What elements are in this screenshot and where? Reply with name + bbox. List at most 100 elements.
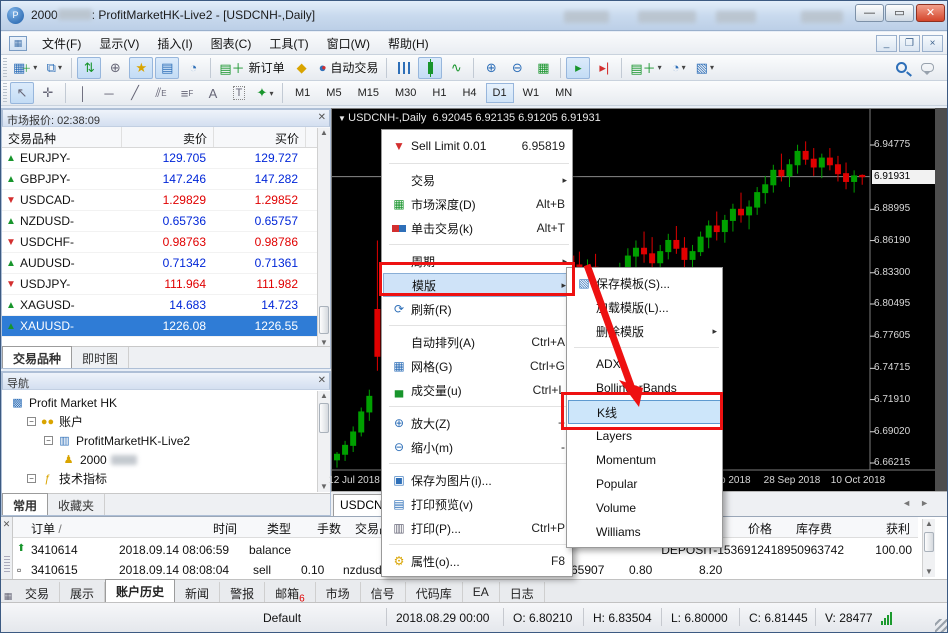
market-watch-row[interactable]: ▲GBPJPY-147.246147.282: [2, 169, 330, 190]
bottom-tab-信号[interactable]: 信号: [361, 582, 406, 602]
tab-common[interactable]: 常用: [2, 493, 48, 515]
menu-item-trade[interactable]: 交易▸: [383, 168, 571, 192]
market-watch-row[interactable]: ▼USDJPY-111.964111.982: [2, 274, 330, 295]
title-bar[interactable]: P 2000: ProfitMarketHK-Live2 - [USDCNH-,…: [1, 1, 948, 31]
channel-button[interactable]: ⫽E: [149, 82, 173, 104]
market-watch-button[interactable]: ★: [129, 57, 153, 79]
menu-item-market-depth[interactable]: ▦市场深度(D)Alt+B: [383, 192, 571, 216]
trendline-button[interactable]: ╱: [123, 82, 147, 104]
resize-grip[interactable]: [935, 619, 948, 632]
tick-chart-button[interactable]: ⇅: [77, 57, 101, 79]
menu-item-save-as-picture[interactable]: ▣保存为图片(i)...: [383, 468, 571, 492]
zoom-in-button[interactable]: ⊕: [479, 57, 503, 79]
scrollbar-thumb[interactable]: [319, 403, 329, 433]
scrollbar-thumb[interactable]: [319, 306, 329, 334]
col-time[interactable]: 时间: [213, 520, 237, 537]
mdi-minimize-button[interactable]: _: [876, 35, 897, 52]
tab-favorites[interactable]: 收藏夹: [48, 494, 105, 515]
col-symbol[interactable]: 交易品种: [2, 127, 122, 147]
vertical-line-button[interactable]: │: [71, 82, 95, 104]
maximize-button[interactable]: ▭: [885, 4, 914, 22]
horizontal-line-button[interactable]: ─: [97, 82, 121, 104]
market-watch-row[interactable]: ▲XAUUSD-1226.081226.55: [2, 316, 330, 337]
profiles-button[interactable]: ⧉▾: [42, 57, 66, 79]
menu-item-zoom-in[interactable]: ⊕放大(Z)+: [383, 411, 571, 435]
bottom-tab-代码库[interactable]: 代码库: [406, 582, 463, 602]
close-icon[interactable]: ✕: [318, 375, 326, 387]
bottom-tab-交易[interactable]: 交易: [15, 582, 60, 602]
menu-item-tpl-volume[interactable]: Volume: [568, 496, 721, 520]
strategy-tester-button[interactable]: ◔: [181, 57, 205, 79]
menu-item-volumes[interactable]: ▄成交量(u)Ctrl+L: [383, 378, 571, 402]
menu-item-print-preview[interactable]: ▤打印预览(v): [383, 492, 571, 516]
status-profile[interactable]: Default: [263, 611, 301, 625]
arrows-button[interactable]: ✦▾: [253, 82, 277, 104]
close-icon[interactable]: ✕: [1, 519, 12, 530]
close-button[interactable]: ✕: [916, 4, 945, 22]
market-watch-row[interactable]: ▼USDCAD-1.298291.29852: [2, 190, 330, 211]
bottom-tab-账户历史[interactable]: 账户历史: [105, 579, 175, 602]
menu-item-zoom-out[interactable]: ⊖缩小(m)-: [383, 435, 571, 459]
market-watch-row[interactable]: ▲NZDUSD-0.657360.65757: [2, 211, 330, 232]
navigator-item[interactable]: −ƒ技术指标: [6, 469, 330, 488]
bottom-tab-新闻[interactable]: 新闻: [175, 582, 220, 602]
text-button[interactable]: A: [201, 82, 225, 104]
tree-expander-icon[interactable]: −: [27, 417, 36, 426]
menu-item-save-template[interactable]: ▧保存模板(S)...: [568, 271, 721, 295]
navigator-item[interactable]: −●●账户: [6, 412, 330, 431]
chat-icon[interactable]: [915, 57, 939, 79]
menubar-item-3[interactable]: 图表(C): [202, 32, 261, 55]
bar-chart-button[interactable]: [392, 57, 416, 79]
templates-button[interactable]: ▧▾: [693, 57, 717, 79]
chart-collapse-icon[interactable]: ▼: [338, 114, 348, 123]
period-button-m30[interactable]: M30: [388, 83, 423, 103]
menu-item-tpl-popular[interactable]: Popular: [568, 472, 721, 496]
menu-item-templates[interactable]: 模版▸: [383, 273, 571, 297]
col-price[interactable]: 价格: [748, 520, 772, 537]
bottom-tab-市场[interactable]: 市场: [316, 582, 361, 602]
menubar-item-4[interactable]: 工具(T): [260, 32, 317, 55]
col-bid[interactable]: 卖价: [122, 127, 214, 147]
col-ask[interactable]: 买价: [214, 127, 306, 147]
menubar-item-6[interactable]: 帮助(H): [379, 32, 438, 55]
new-order-button[interactable]: ▤＋新订单: [216, 57, 287, 79]
menu-item-tpl-kline[interactable]: K线: [568, 400, 721, 424]
market-watch-row[interactable]: ▼USDCHF-0.987630.98786: [2, 232, 330, 253]
market-watch-row[interactable]: ▲EURJPY-129.705129.727: [2, 148, 330, 169]
mdi-restore-button[interactable]: ❐: [899, 35, 920, 52]
col-profit[interactable]: 获利: [886, 520, 910, 537]
menu-item-tpl-williams[interactable]: Williams: [568, 520, 721, 544]
period-button-h1[interactable]: H1: [425, 83, 453, 103]
candlestick-chart-button[interactable]: [418, 57, 442, 79]
menu-item-tpl-layers[interactable]: Layers: [568, 424, 721, 448]
period-button-h4[interactable]: H4: [455, 83, 483, 103]
close-icon[interactable]: ✕: [318, 112, 326, 124]
menubar-item-5[interactable]: 窗口(W): [318, 32, 379, 55]
menu-item-grid[interactable]: ▦网格(G)Ctrl+G: [383, 354, 571, 378]
market-watch-row[interactable]: ▲XAGUSD-14.68314.723: [2, 295, 330, 316]
tree-expander-icon[interactable]: −: [27, 474, 36, 483]
tree-expander-icon[interactable]: −: [44, 436, 53, 445]
col-order[interactable]: 订单 /: [31, 520, 62, 537]
period-button-d1[interactable]: D1: [486, 83, 514, 103]
line-chart-button[interactable]: ∿: [444, 57, 468, 79]
menu-item-timeframes[interactable]: 周期▸: [383, 249, 571, 273]
search-icon[interactable]: [889, 57, 913, 79]
crosshair-target-icon[interactable]: ⊕: [103, 57, 127, 79]
market-watch-row[interactable]: ▲AUDUSD-0.713420.71361: [2, 253, 330, 274]
terminal-scrollbar[interactable]: ▲ ▼: [922, 519, 935, 577]
chart-shift-button[interactable]: ▸|: [592, 57, 616, 79]
tab-scroll-right-icon[interactable]: ►: [920, 498, 929, 508]
menu-item-one-click-trading[interactable]: 单击交易(k)Alt+T: [383, 216, 571, 240]
scrollbar-thumb[interactable]: [924, 532, 934, 552]
text-label-button[interactable]: T: [227, 82, 251, 104]
mdi-close-button[interactable]: ×: [922, 35, 943, 52]
tile-windows-button[interactable]: ▦: [531, 57, 555, 79]
zoom-out-button[interactable]: ⊖: [505, 57, 529, 79]
market-watch-scrollbar[interactable]: ▲ ▼: [317, 128, 330, 348]
period-button-m1[interactable]: M1: [288, 83, 317, 103]
bottom-tab-展示[interactable]: 展示: [60, 582, 105, 602]
cursor-button[interactable]: ↖: [10, 82, 34, 104]
menu-item-load-template[interactable]: 加载模版(L)...: [568, 295, 721, 319]
metaeditor-button[interactable]: ◆: [290, 57, 314, 79]
